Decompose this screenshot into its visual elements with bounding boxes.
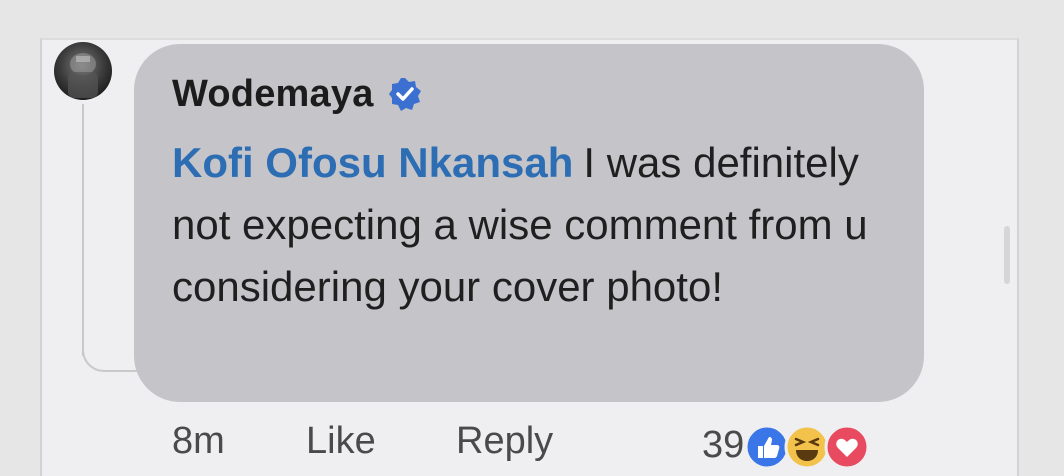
reactions-summary[interactable]: 39	[702, 424, 870, 474]
love-reaction-icon	[824, 424, 870, 470]
author-name[interactable]: Wodemaya	[172, 73, 374, 116]
author-row: Wodemaya	[172, 70, 422, 118]
thread-line	[82, 104, 84, 356]
avatar[interactable]	[54, 42, 112, 100]
comment-actions: 8m Like Reply	[172, 420, 576, 474]
avatar-photo	[68, 53, 98, 98]
comment-text: Kofi Ofosu Nkansah I was definitely not e…	[172, 132, 902, 318]
like-button[interactable]: Like	[306, 420, 456, 474]
reply-button[interactable]: Reply	[456, 420, 576, 474]
scrollbar[interactable]	[1004, 226, 1010, 284]
reaction-count: 39	[702, 424, 745, 466]
verified-badge-icon	[388, 77, 422, 111]
mention-link[interactable]: Kofi Ofosu Nkansah	[172, 139, 573, 186]
timestamp[interactable]: 8m	[172, 420, 306, 474]
